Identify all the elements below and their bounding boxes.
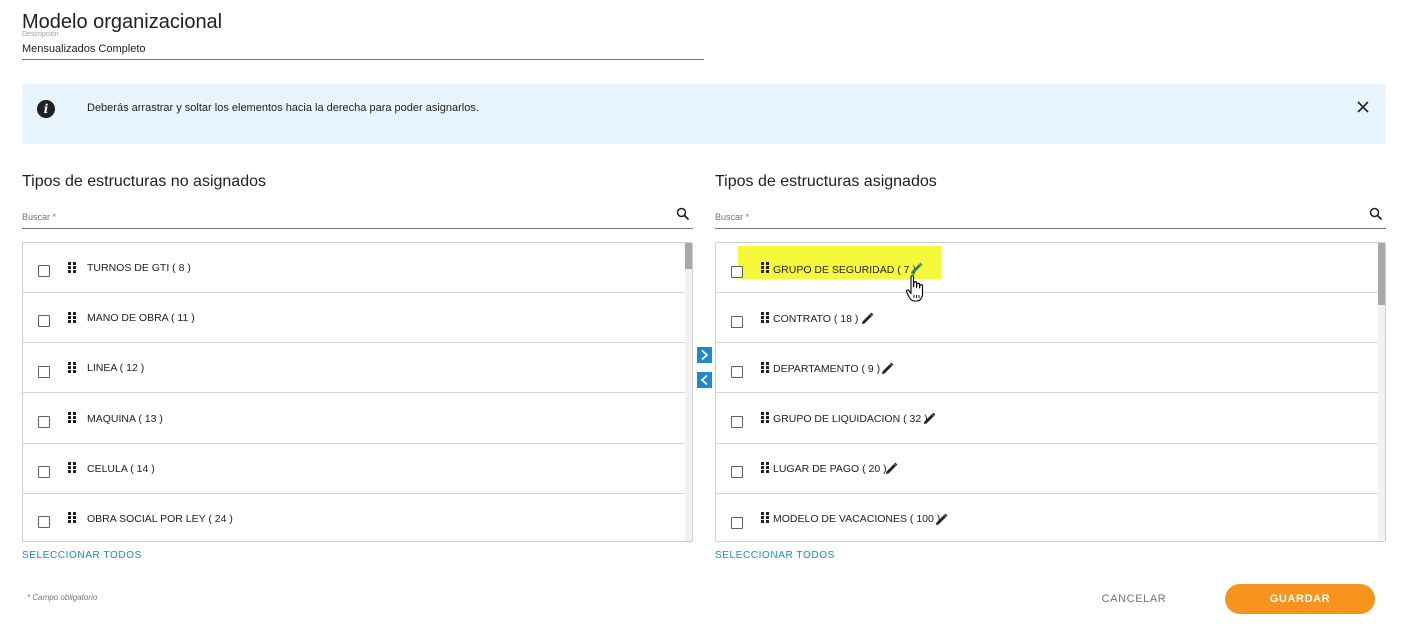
cancel-button[interactable]: CANCELAR: [1093, 585, 1175, 613]
pencil-icon[interactable]: [935, 513, 948, 526]
row-checkbox[interactable]: [38, 416, 50, 428]
unassigned-search-underline: [22, 228, 693, 229]
list-item[interactable]: TURNOS DE GTI ( 8 ): [23, 243, 685, 293]
row-checkbox[interactable]: [731, 366, 743, 378]
pencil-icon[interactable]: [881, 362, 894, 375]
unassigned-select-all-link[interactable]: SELECCIONAR TODOS: [22, 550, 142, 561]
scrollbar-thumb[interactable]: [685, 243, 692, 269]
pencil-icon[interactable]: [923, 412, 936, 425]
row-checkbox[interactable]: [38, 366, 50, 378]
drag-handle-icon[interactable]: [68, 512, 77, 523]
list-item-label: CELULA ( 14 ): [87, 463, 155, 475]
assigned-select-all-link[interactable]: SELECCIONAR TODOS: [715, 550, 835, 561]
list-item-label: MANO DE OBRA ( 11 ): [87, 312, 195, 324]
pencil-icon[interactable]: [861, 312, 874, 325]
unassigned-scrollbar[interactable]: [685, 243, 692, 541]
list-item[interactable]: GRUPO DE LIQUIDACION ( 32 ): [716, 394, 1378, 444]
list-item[interactable]: OBRA SOCIAL POR LEY ( 24 ): [23, 494, 685, 541]
list-item-label: CONTRATO ( 18 ): [773, 313, 859, 325]
list-item[interactable]: MANO DE OBRA ( 11 ): [23, 293, 685, 343]
unassigned-search-input[interactable]: Buscar *: [22, 212, 56, 222]
description-underline: [22, 59, 704, 60]
unassigned-list: TURNOS DE GTI ( 8 ) MANO DE OBRA ( 11 ) …: [22, 242, 693, 542]
drag-handle-icon[interactable]: [68, 262, 77, 273]
pencil-icon[interactable]: [885, 462, 898, 475]
list-item[interactable]: MAQUINA ( 13 ): [23, 394, 685, 444]
row-checkbox[interactable]: [38, 265, 50, 277]
list-item-label: GRUPO DE LIQUIDACION ( 32 ): [773, 413, 928, 425]
row-checkbox[interactable]: [731, 517, 743, 529]
drag-handle-icon[interactable]: [761, 412, 770, 423]
info-alert: i Deberás arrastrar y soltar los element…: [22, 84, 1386, 144]
list-item-label: OBRA SOCIAL POR LEY ( 24 ): [87, 513, 233, 525]
assigned-list: GRUPO DE SEGURIDAD ( 7 ) CONTRATO ( 18 )…: [715, 242, 1386, 542]
unassigned-title: Tipos de estructuras no asignados: [22, 173, 266, 190]
list-item-label: LUGAR DE PAGO ( 20 ): [773, 463, 887, 475]
save-button[interactable]: GUARDAR: [1225, 584, 1375, 614]
row-checkbox[interactable]: [38, 466, 50, 478]
assigned-search-underline: [715, 228, 1386, 229]
drag-handle-icon[interactable]: [761, 312, 770, 323]
list-item-label: TURNOS DE GTI ( 8 ): [87, 262, 191, 274]
assigned-search-input[interactable]: Buscar *: [715, 212, 749, 222]
list-item-label: GRUPO DE SEGURIDAD ( 7 ): [773, 264, 916, 276]
list-item[interactable]: CONTRATO ( 18 ): [716, 293, 1378, 343]
drag-handle-icon[interactable]: [761, 262, 770, 273]
pencil-icon[interactable]: [910, 262, 923, 275]
row-checkbox[interactable]: [731, 466, 743, 478]
description-field[interactable]: Mensualizados Completo: [22, 43, 146, 55]
info-icon: i: [37, 100, 55, 118]
list-item[interactable]: DEPARTAMENTO ( 9 ): [716, 343, 1378, 393]
list-item[interactable]: MODELO DE VACACIONES ( 100 ): [716, 494, 1378, 541]
drag-handle-icon[interactable]: [68, 462, 77, 473]
search-icon[interactable]: [676, 207, 690, 221]
description-label: Descripción: [22, 31, 59, 38]
list-item[interactable]: LINEA ( 12 ): [23, 343, 685, 393]
list-item[interactable]: CELULA ( 14 ): [23, 444, 685, 494]
row-checkbox[interactable]: [731, 316, 743, 328]
list-item[interactable]: LUGAR DE PAGO ( 20 ): [716, 444, 1378, 494]
list-item-label: MAQUINA ( 13 ): [87, 413, 163, 425]
row-checkbox[interactable]: [731, 416, 743, 428]
required-field-note: * Campo obligatorio: [27, 593, 98, 602]
chevron-right-icon[interactable]: [697, 347, 712, 363]
row-checkbox[interactable]: [38, 516, 50, 528]
drag-handle-icon[interactable]: [68, 362, 77, 373]
list-item-label: LINEA ( 12 ): [87, 362, 145, 374]
row-checkbox[interactable]: [731, 266, 743, 278]
scrollbar-thumb[interactable]: [1378, 243, 1385, 305]
drag-handle-icon[interactable]: [68, 312, 77, 323]
assigned-scrollbar[interactable]: [1378, 243, 1385, 541]
drag-handle-icon[interactable]: [68, 412, 77, 423]
alert-message: Deberás arrastrar y soltar los elementos…: [87, 102, 479, 114]
list-item-label: DEPARTAMENTO ( 9 ): [773, 363, 881, 375]
chevron-left-icon[interactable]: [697, 372, 712, 388]
drag-handle-icon[interactable]: [761, 362, 770, 373]
row-checkbox[interactable]: [38, 315, 50, 327]
list-item[interactable]: GRUPO DE SEGURIDAD ( 7 ): [716, 243, 1378, 293]
assigned-title: Tipos de estructuras asignados: [715, 173, 937, 190]
search-icon[interactable]: [1369, 207, 1383, 221]
list-item-label: MODELO DE VACACIONES ( 100 ): [773, 513, 941, 525]
close-icon[interactable]: [1355, 99, 1371, 115]
drag-handle-icon[interactable]: [761, 512, 770, 523]
drag-handle-icon[interactable]: [761, 462, 770, 473]
